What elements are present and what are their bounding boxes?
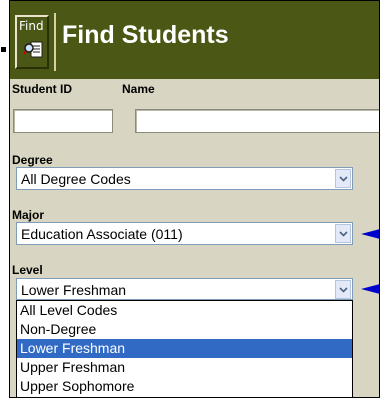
level-options-list: All Level Codes Non-Degree Lower Freshma… [16, 300, 353, 397]
screenshot-frame: Find Find Students Student ID Name Degre… [0, 0, 380, 398]
chevron-down-icon [339, 176, 348, 182]
pointer-arrow-icon [361, 229, 379, 239]
degree-select-value: All Degree Codes [21, 171, 131, 187]
find-icon [23, 41, 43, 58]
page-title: Find Students [62, 21, 229, 49]
pointer-arrow-icon [361, 284, 379, 294]
find-button-label: Find [19, 19, 44, 33]
chevron-down-icon [339, 287, 348, 293]
find-button[interactable]: Find [15, 15, 49, 69]
major-dropdown-button[interactable] [335, 224, 351, 243]
level-option[interactable]: All Level Codes [17, 301, 352, 320]
student-id-input[interactable] [13, 109, 113, 133]
major-select-value: Education Associate (011) [21, 226, 183, 242]
major-label: Major [12, 208, 45, 222]
bullet-marker [1, 47, 6, 52]
name-label: Name [122, 82, 155, 96]
find-students-window: Find Find Students Student ID Name Degre… [9, 0, 380, 398]
level-dropdown-button[interactable] [335, 280, 351, 299]
chevron-down-icon [339, 231, 348, 237]
level-select-value: Lower Freshman [21, 282, 127, 298]
level-option[interactable]: Non-Degree [17, 320, 352, 339]
degree-select[interactable]: All Degree Codes [16, 167, 353, 190]
student-id-label: Student ID [12, 82, 72, 96]
level-option-selected[interactable]: Lower Freshman [17, 339, 352, 358]
header-bar: Find Find Students [10, 1, 379, 79]
degree-label: Degree [12, 153, 53, 167]
header-divider [54, 13, 56, 71]
level-label: Level [12, 263, 43, 277]
level-option[interactable]: Upper Freshman [17, 358, 352, 377]
degree-dropdown-button[interactable] [335, 169, 351, 188]
major-select[interactable]: Education Associate (011) [16, 222, 353, 245]
level-option[interactable]: Upper Sophomore [17, 377, 352, 396]
name-input[interactable] [135, 109, 379, 133]
level-select[interactable]: Lower Freshman [16, 278, 353, 300]
